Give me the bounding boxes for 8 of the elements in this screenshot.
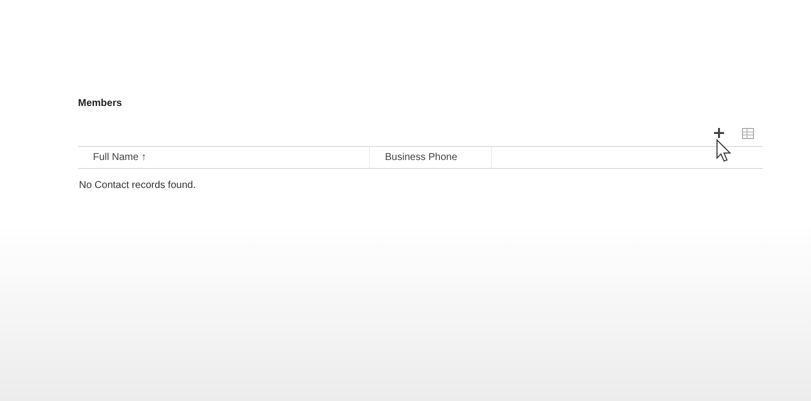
- section-title: Members: [78, 97, 122, 111]
- add-button[interactable]: [711, 125, 727, 141]
- cursor-icon: [716, 139, 732, 162]
- column-header[interactable]: Full Name ↑: [78, 147, 370, 168]
- grid-icon: [742, 128, 754, 138]
- plus-icon: [713, 127, 725, 139]
- column-header[interactable]: Business Phone: [370, 147, 492, 168]
- empty-message: No Contact records found.: [78, 179, 196, 193]
